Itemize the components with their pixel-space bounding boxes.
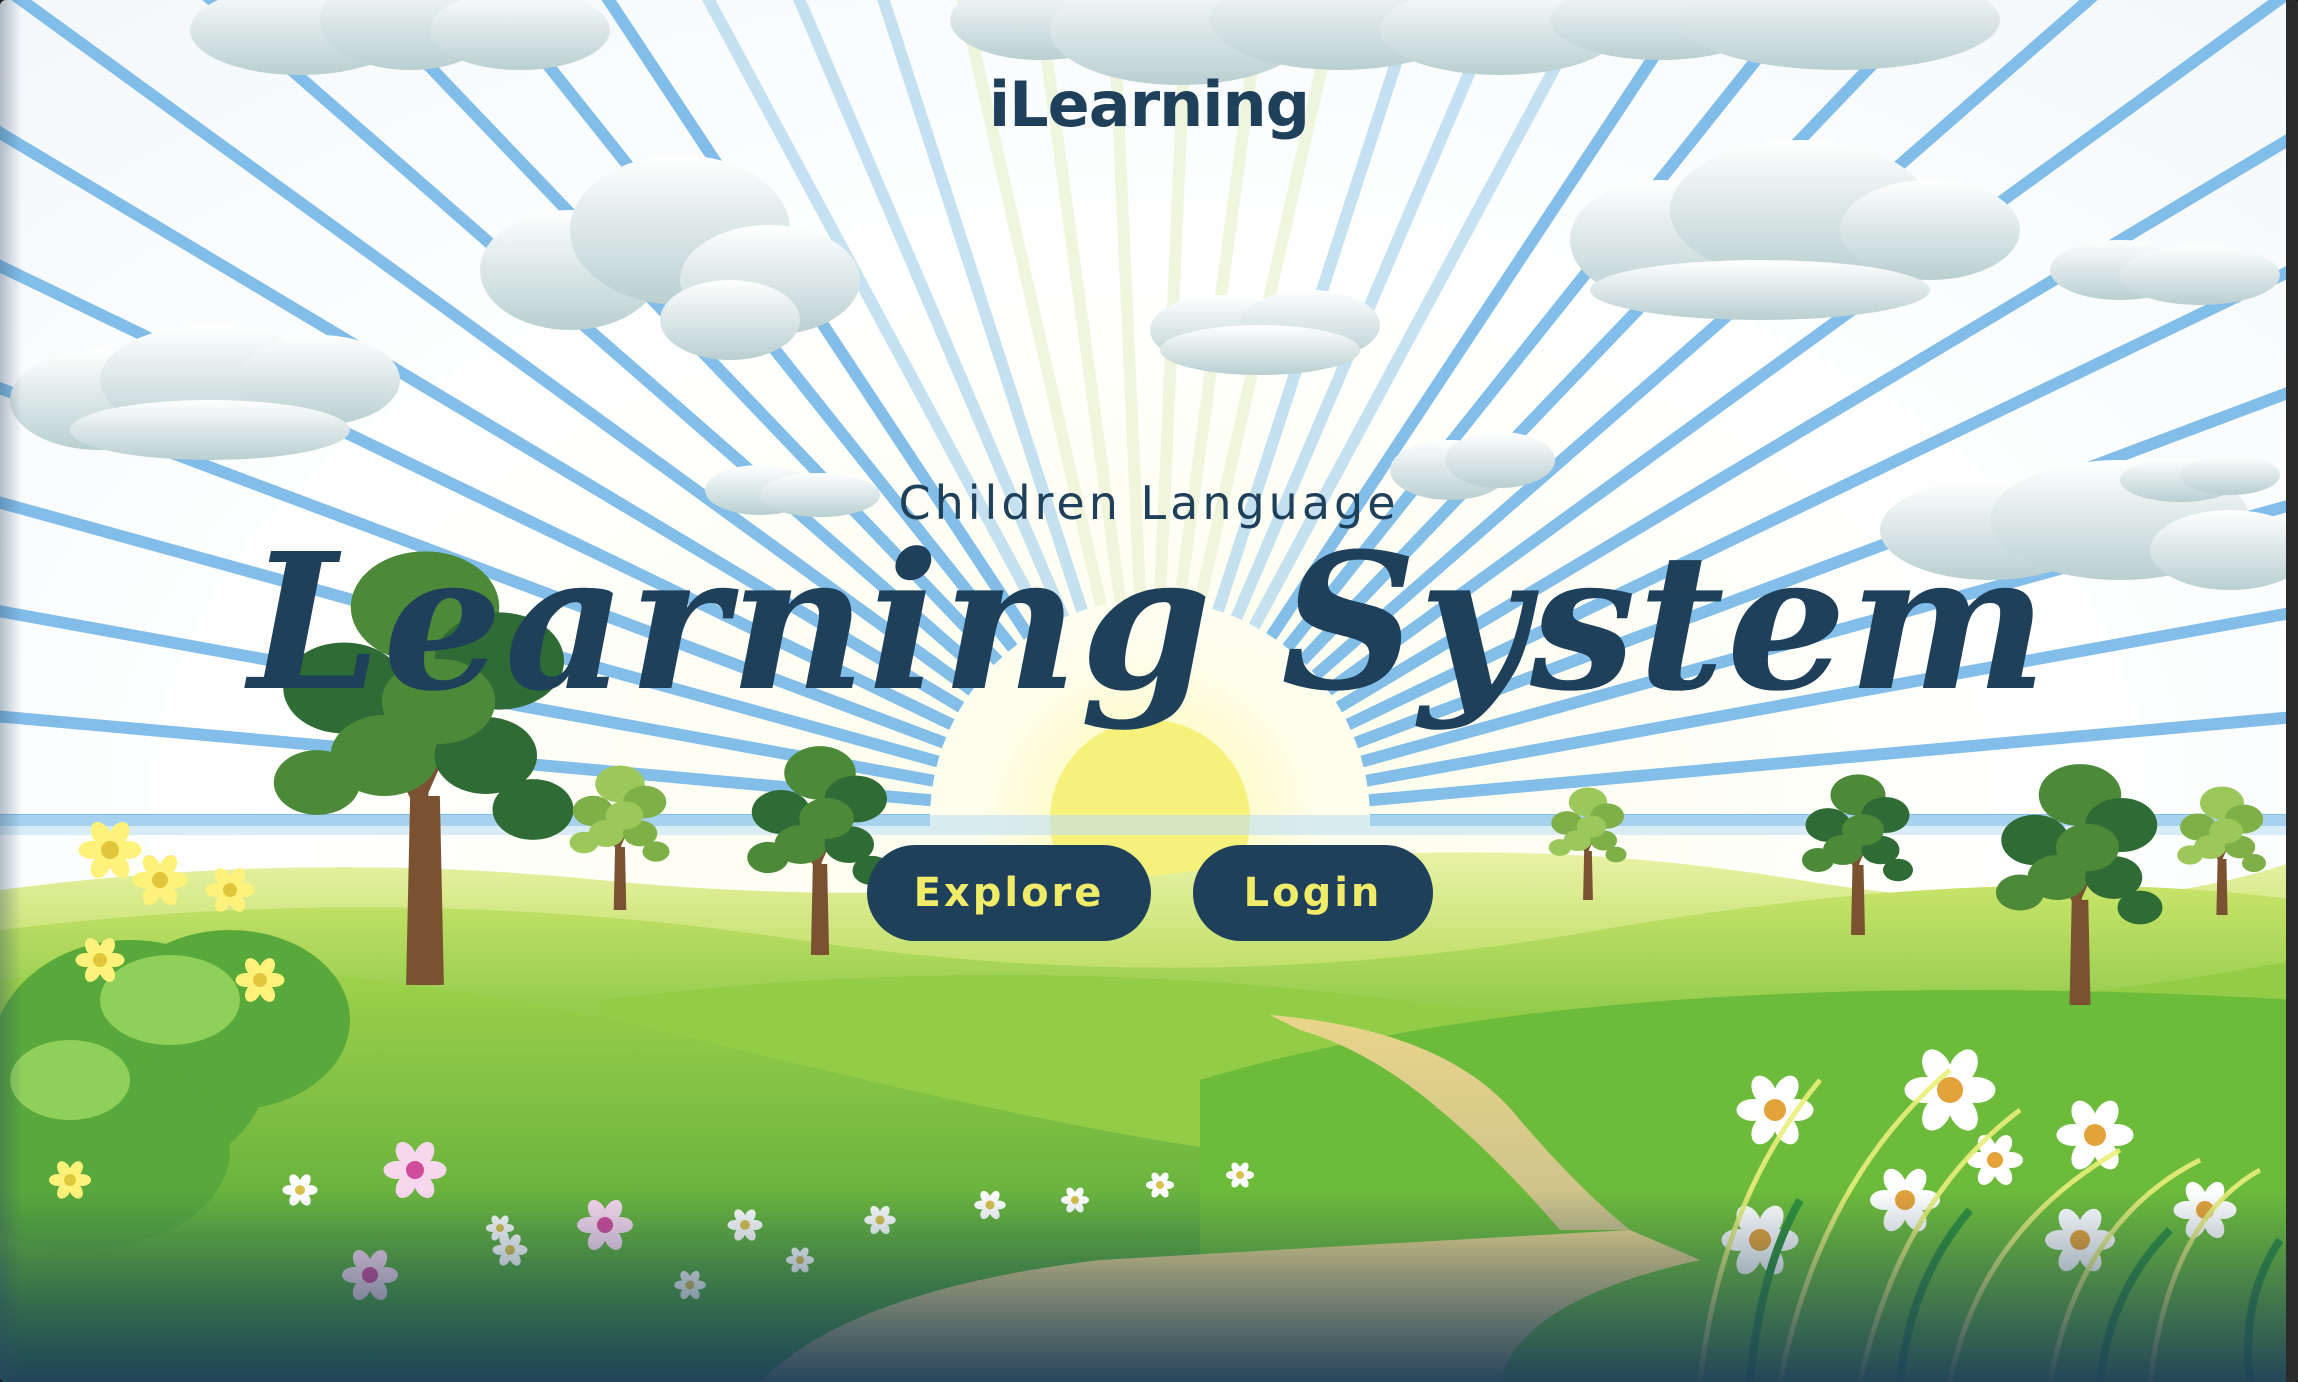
login-button[interactable]: Login — [1193, 845, 1433, 941]
explore-button[interactable]: Explore — [867, 845, 1151, 941]
site-logo-text[interactable]: iLearning — [0, 68, 2298, 141]
hero-title: Learning System — [248, 512, 2050, 733]
landing-page: iLearning Children Language Learning Sys… — [0, 0, 2298, 1382]
